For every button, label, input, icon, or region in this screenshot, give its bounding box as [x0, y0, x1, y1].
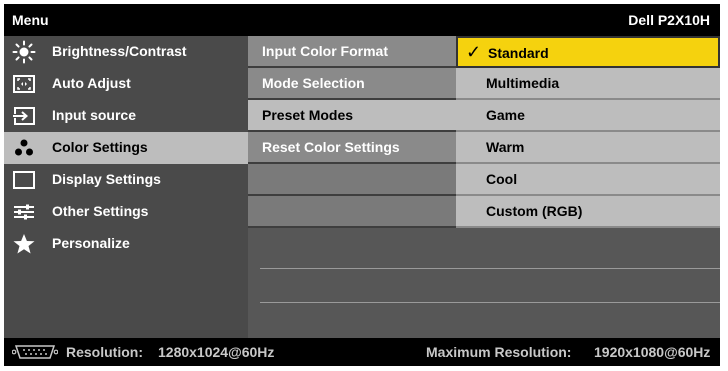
option-standard[interactable]: ✓ Standard	[456, 36, 720, 68]
submenu-label: Input Color Format	[262, 43, 388, 59]
main-menu-label: Personalize	[52, 235, 130, 251]
osd-menu: Menu Dell P2X10H Brightness/Contrast Aut…	[4, 4, 720, 366]
main-menu-label: Auto Adjust	[52, 75, 131, 91]
status-bar: Resolution: 1280x1024@60Hz Maximum Resol…	[4, 338, 720, 366]
option-label: Multimedia	[486, 75, 560, 91]
submenu-empty-row	[248, 196, 456, 228]
option-cool[interactable]: Cool	[456, 164, 720, 196]
resolution-label: Resolution:	[66, 344, 143, 360]
submenu: Input Color Format Mode Selection Preset…	[248, 36, 456, 338]
vga-connector-icon	[12, 345, 58, 359]
submenu-empty-row	[248, 164, 456, 196]
option-multimedia[interactable]: Multimedia	[456, 68, 720, 100]
main-menu-label: Input source	[52, 107, 137, 123]
option-game[interactable]: Game	[456, 100, 720, 132]
divider	[260, 302, 720, 303]
main-menu-label: Display Settings	[52, 171, 161, 187]
submenu-item-reset-color-settings[interactable]: Reset Color Settings	[248, 132, 456, 164]
checkmark-icon: ✓	[466, 42, 482, 62]
input-source-icon	[12, 107, 35, 125]
option-label: Game	[486, 107, 525, 123]
menu-title: Menu	[12, 12, 49, 28]
submenu-item-mode-selection[interactable]: Mode Selection	[248, 68, 456, 100]
submenu-label: Preset Modes	[262, 107, 354, 123]
main-menu-label: Brightness/Contrast	[52, 43, 187, 59]
main-menu: Brightness/Contrast Auto Adjust Input so…	[4, 36, 456, 338]
main-menu-item-display-settings[interactable]: Display Settings	[4, 164, 248, 196]
option-custom-rgb[interactable]: Custom (RGB)	[456, 196, 720, 228]
divider	[260, 268, 720, 269]
submenu-label: Reset Color Settings	[262, 139, 400, 155]
main-menu-label: Other Settings	[52, 203, 149, 219]
max-resolution-label: Maximum Resolution:	[426, 344, 572, 360]
main-menu-item-other-settings[interactable]: Other Settings	[4, 196, 248, 228]
main-menu-item-brightness-contrast[interactable]: Brightness/Contrast	[4, 36, 248, 68]
option-label: Warm	[486, 139, 525, 155]
option-label: Cool	[486, 171, 518, 187]
main-menu-item-input-source[interactable]: Input source	[4, 100, 248, 132]
resolution-value: 1280x1024@60Hz	[158, 344, 275, 360]
max-resolution-value: 1920x1080@60Hz	[594, 344, 711, 360]
options-list: ✓ Standard Multimedia Game Warm Cool Cus…	[456, 36, 720, 338]
sliders-icon	[14, 204, 34, 220]
submenu-item-preset-modes[interactable]: Preset Modes	[248, 100, 456, 132]
star-icon	[13, 234, 35, 254]
color-dots-icon	[15, 139, 33, 156]
main-menu-item-auto-adjust[interactable]: Auto Adjust	[4, 68, 248, 100]
option-label: Standard	[488, 45, 549, 61]
option-label: Custom (RGB)	[486, 203, 583, 219]
main-menu-item-personalize[interactable]: Personalize	[4, 228, 248, 260]
sun-icon	[12, 40, 36, 64]
option-warm[interactable]: Warm	[456, 132, 720, 164]
submenu-label: Mode Selection	[262, 75, 365, 91]
submenu-item-input-color-format[interactable]: Input Color Format	[248, 36, 456, 68]
osd-header: Menu Dell P2X10H	[4, 4, 720, 36]
auto-adjust-icon	[13, 75, 35, 93]
model-name: Dell P2X10H	[628, 12, 710, 28]
display-rectangle-icon	[13, 171, 35, 189]
main-menu-label: Color Settings	[52, 139, 148, 155]
